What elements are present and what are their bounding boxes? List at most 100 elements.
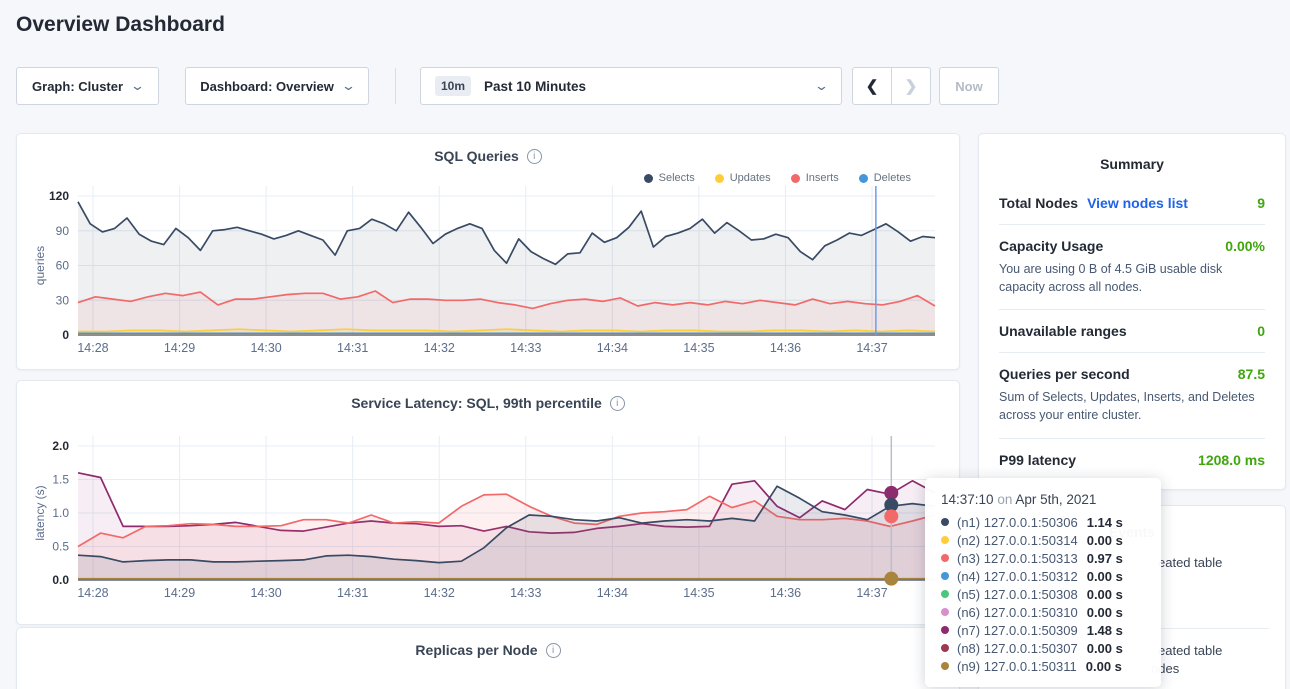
tooltip-node-row: (n5) 127.0.0.1:503080.00 s <box>939 585 1147 603</box>
svg-text:2.0: 2.0 <box>52 439 69 453</box>
time-range-dropdown[interactable]: 10m Past 10 Minutes ⌄ <box>420 67 842 105</box>
tooltip-node-value: 0.00 s <box>1087 605 1123 620</box>
node-color-dot-icon <box>941 518 949 526</box>
chevron-down-icon: ⌄ <box>130 78 145 94</box>
tooltip-node-value: 0.00 s <box>1087 569 1123 584</box>
node-color-dot-icon <box>941 572 949 580</box>
svg-text:14:28: 14:28 <box>77 586 108 600</box>
tooltip-node-value: 0.97 s <box>1087 551 1123 566</box>
service-latency-chart-card: Service Latency: SQL, 99th percentile i … <box>16 380 960 625</box>
now-button-label: Now <box>955 79 982 94</box>
svg-text:0.0: 0.0 <box>52 573 69 587</box>
sql-queries-chart-plot[interactable]: 14:2814:2914:3014:3114:3214:3314:3414:35… <box>17 134 959 369</box>
tooltip-node-address: (n5) 127.0.0.1:50308 <box>957 587 1078 602</box>
node-color-dot-icon <box>941 590 949 598</box>
capacity-usage-label: Capacity Usage <box>999 238 1103 254</box>
event-item: eated table <box>1158 642 1222 660</box>
time-range-label: Past 10 Minutes <box>484 79 586 94</box>
queries-per-second-description: Sum of Selects, Updates, Inserts, and De… <box>999 388 1265 424</box>
unavailable-ranges-section: Unavailable ranges 0 <box>999 310 1265 353</box>
graph-dropdown[interactable]: Graph: Cluster ⌄ <box>16 67 159 105</box>
event-item: eated table <box>1158 554 1222 572</box>
tooltip-node-value: 1.48 s <box>1087 623 1123 638</box>
replicas-chart-title: Replicas per Node <box>415 642 537 658</box>
graph-dropdown-label: Graph: Cluster <box>32 79 123 94</box>
dashboard-dropdown-label: Dashboard: Overview <box>200 79 334 94</box>
tooltip-node-address: (n2) 127.0.0.1:50314 <box>957 533 1078 548</box>
replicas-title-row: Replicas per Node i <box>17 642 959 658</box>
svg-text:14:29: 14:29 <box>164 586 195 600</box>
svg-text:14:31: 14:31 <box>337 341 368 355</box>
svg-text:30: 30 <box>56 293 70 307</box>
prev-range-button[interactable]: ❮ <box>852 67 892 105</box>
svg-text:14:36: 14:36 <box>770 341 801 355</box>
summary-panel: Summary Total Nodes View nodes list 9 Ca… <box>978 133 1286 490</box>
total-nodes-label: Total Nodes <box>999 195 1078 211</box>
tooltip-node-value: 0.00 s <box>1086 659 1122 674</box>
tooltip-node-row: (n6) 127.0.0.1:50310 0.00 s <box>939 603 1147 621</box>
next-range-button[interactable]: ❯ <box>891 67 931 105</box>
unavailable-ranges-label: Unavailable ranges <box>999 323 1127 339</box>
svg-text:14:37: 14:37 <box>856 586 887 600</box>
svg-text:60: 60 <box>56 259 70 273</box>
svg-text:queries: queries <box>33 246 47 285</box>
svg-text:14:35: 14:35 <box>683 586 714 600</box>
capacity-usage-value: 0.00% <box>1225 238 1265 254</box>
tooltip-on-word: on <box>997 492 1012 507</box>
service-latency-chart-plot[interactable]: 14:2814:2914:3014:3114:3214:3314:3414:35… <box>17 381 959 624</box>
tooltip-timestamp: 14:37:10 on Apr 5th, 2021 <box>941 492 1147 507</box>
tooltip-node-row: (n7) 127.0.0.1:50309 1.48 s <box>939 621 1147 639</box>
unavailable-ranges-value: 0 <box>1257 323 1265 339</box>
queries-per-second-label: Queries per second <box>999 366 1130 382</box>
overview-dashboard-page: Overview Dashboard Graph: Cluster ⌄ Dash… <box>0 0 1290 689</box>
total-nodes-section: Total Nodes View nodes list 9 <box>999 182 1265 225</box>
replicas-per-node-chart-card: Replicas per Node i <box>16 627 960 689</box>
tooltip-node-address: (n3) 127.0.0.1:50313 <box>957 551 1078 566</box>
svg-text:1.0: 1.0 <box>52 506 69 520</box>
info-icon[interactable]: i <box>546 643 561 658</box>
page-title: Overview Dashboard <box>16 13 225 37</box>
svg-text:1.5: 1.5 <box>52 473 69 487</box>
node-color-dot-icon <box>941 626 949 634</box>
tooltip-node-address: (n6) 127.0.0.1:50310 <box>957 605 1078 620</box>
capacity-usage-description: You are using 0 B of 4.5 GiB usable disk… <box>999 260 1265 296</box>
svg-text:120: 120 <box>49 189 69 203</box>
svg-text:14:32: 14:32 <box>424 341 455 355</box>
chevron-left-icon: ❮ <box>866 77 879 95</box>
total-nodes-value: 9 <box>1257 195 1265 211</box>
tooltip-node-address: (n8) 127.0.0.1:50307 <box>957 641 1078 656</box>
node-color-dot-icon <box>941 644 949 652</box>
chevron-right-icon: ❯ <box>905 77 918 95</box>
controls-divider <box>395 68 396 104</box>
node-color-dot-icon <box>941 662 949 670</box>
node-color-dot-icon <box>941 536 949 544</box>
svg-text:0: 0 <box>62 328 69 342</box>
tooltip-time: 14:37:10 <box>941 492 994 507</box>
svg-text:14:33: 14:33 <box>510 341 541 355</box>
svg-text:14:37: 14:37 <box>856 341 887 355</box>
summary-title: Summary <box>999 156 1265 172</box>
p99-latency-value: 1208.0 ms <box>1198 452 1265 468</box>
tooltip-node-value: 0.00 s <box>1087 641 1123 656</box>
svg-text:14:32: 14:32 <box>424 586 455 600</box>
svg-text:90: 90 <box>56 224 70 238</box>
dashboard-dropdown[interactable]: Dashboard: Overview ⌄ <box>185 67 369 105</box>
svg-text:14:30: 14:30 <box>250 586 281 600</box>
now-button[interactable]: Now <box>939 67 999 105</box>
svg-text:14:30: 14:30 <box>250 341 281 355</box>
time-range-badge: 10m <box>435 76 471 96</box>
svg-text:14:31: 14:31 <box>337 586 368 600</box>
tooltip-node-row: (n2) 127.0.0.1:503140.00 s <box>939 531 1147 549</box>
tooltip-node-address: (n4) 127.0.0.1:50312 <box>957 569 1078 584</box>
svg-text:0.5: 0.5 <box>52 540 69 554</box>
svg-text:14:28: 14:28 <box>77 341 108 355</box>
tooltip-node-address: (n7) 127.0.0.1:50309 <box>957 623 1078 638</box>
node-color-dot-icon <box>941 608 949 616</box>
view-nodes-list-link[interactable]: View nodes list <box>1087 195 1188 211</box>
tooltip-node-row: (n1) 127.0.0.1:503061.14 s <box>939 513 1147 531</box>
tooltip-rows: (n1) 127.0.0.1:503061.14 s(n2) 127.0.0.1… <box>939 513 1147 675</box>
controls-bar: Graph: Cluster ⌄ Dashboard: Overview ⌄ 1… <box>0 67 1290 105</box>
queries-per-second-section: Queries per second 87.5 Sum of Selects, … <box>999 353 1265 438</box>
queries-per-second-value: 87.5 <box>1238 366 1265 382</box>
chevron-down-icon: ⌄ <box>341 78 356 94</box>
